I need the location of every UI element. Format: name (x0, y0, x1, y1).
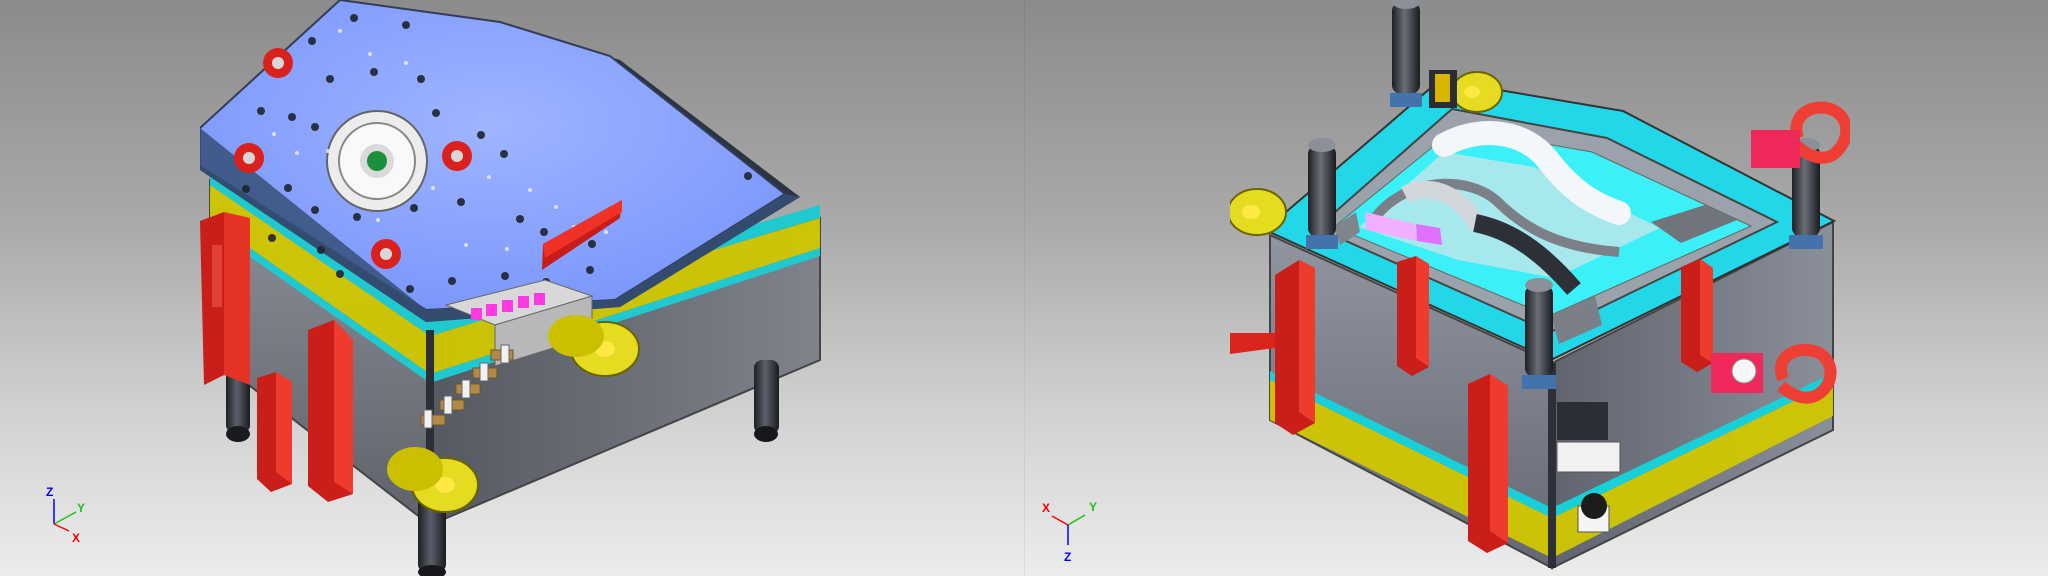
left-axis-triad[interactable]: Z Y X (36, 484, 96, 545)
right-axis-triad-svg: X Y Z (1042, 500, 1097, 564)
left-x-label: X (72, 531, 80, 544)
cad-viewport[interactable]: Z Y X X Y Z (0, 0, 2048, 576)
right-mold-assembly[interactable] (1227, 0, 1853, 576)
left-y-axis-icon (53, 511, 77, 525)
left-y-label: Y (77, 501, 85, 515)
right-y-axis-icon (1067, 514, 1086, 526)
left-mold-svg (199, 0, 821, 576)
right-y-label: Y (1089, 500, 1097, 514)
left-axis-triad-svg: Z Y X (46, 485, 85, 545)
left-z-label: Z (46, 485, 53, 499)
right-x-axis-icon (1051, 515, 1069, 526)
right-axis-triad[interactable]: X Y Z (1032, 500, 1102, 566)
left-mold-assembly[interactable] (199, 0, 830, 576)
right-z-label: Z (1064, 550, 1071, 564)
right-mold-svg (1227, 0, 1853, 570)
left-x-axis-icon (53, 523, 70, 532)
viewport-divider (1024, 0, 1025, 576)
right-x-label: X (1042, 501, 1050, 515)
